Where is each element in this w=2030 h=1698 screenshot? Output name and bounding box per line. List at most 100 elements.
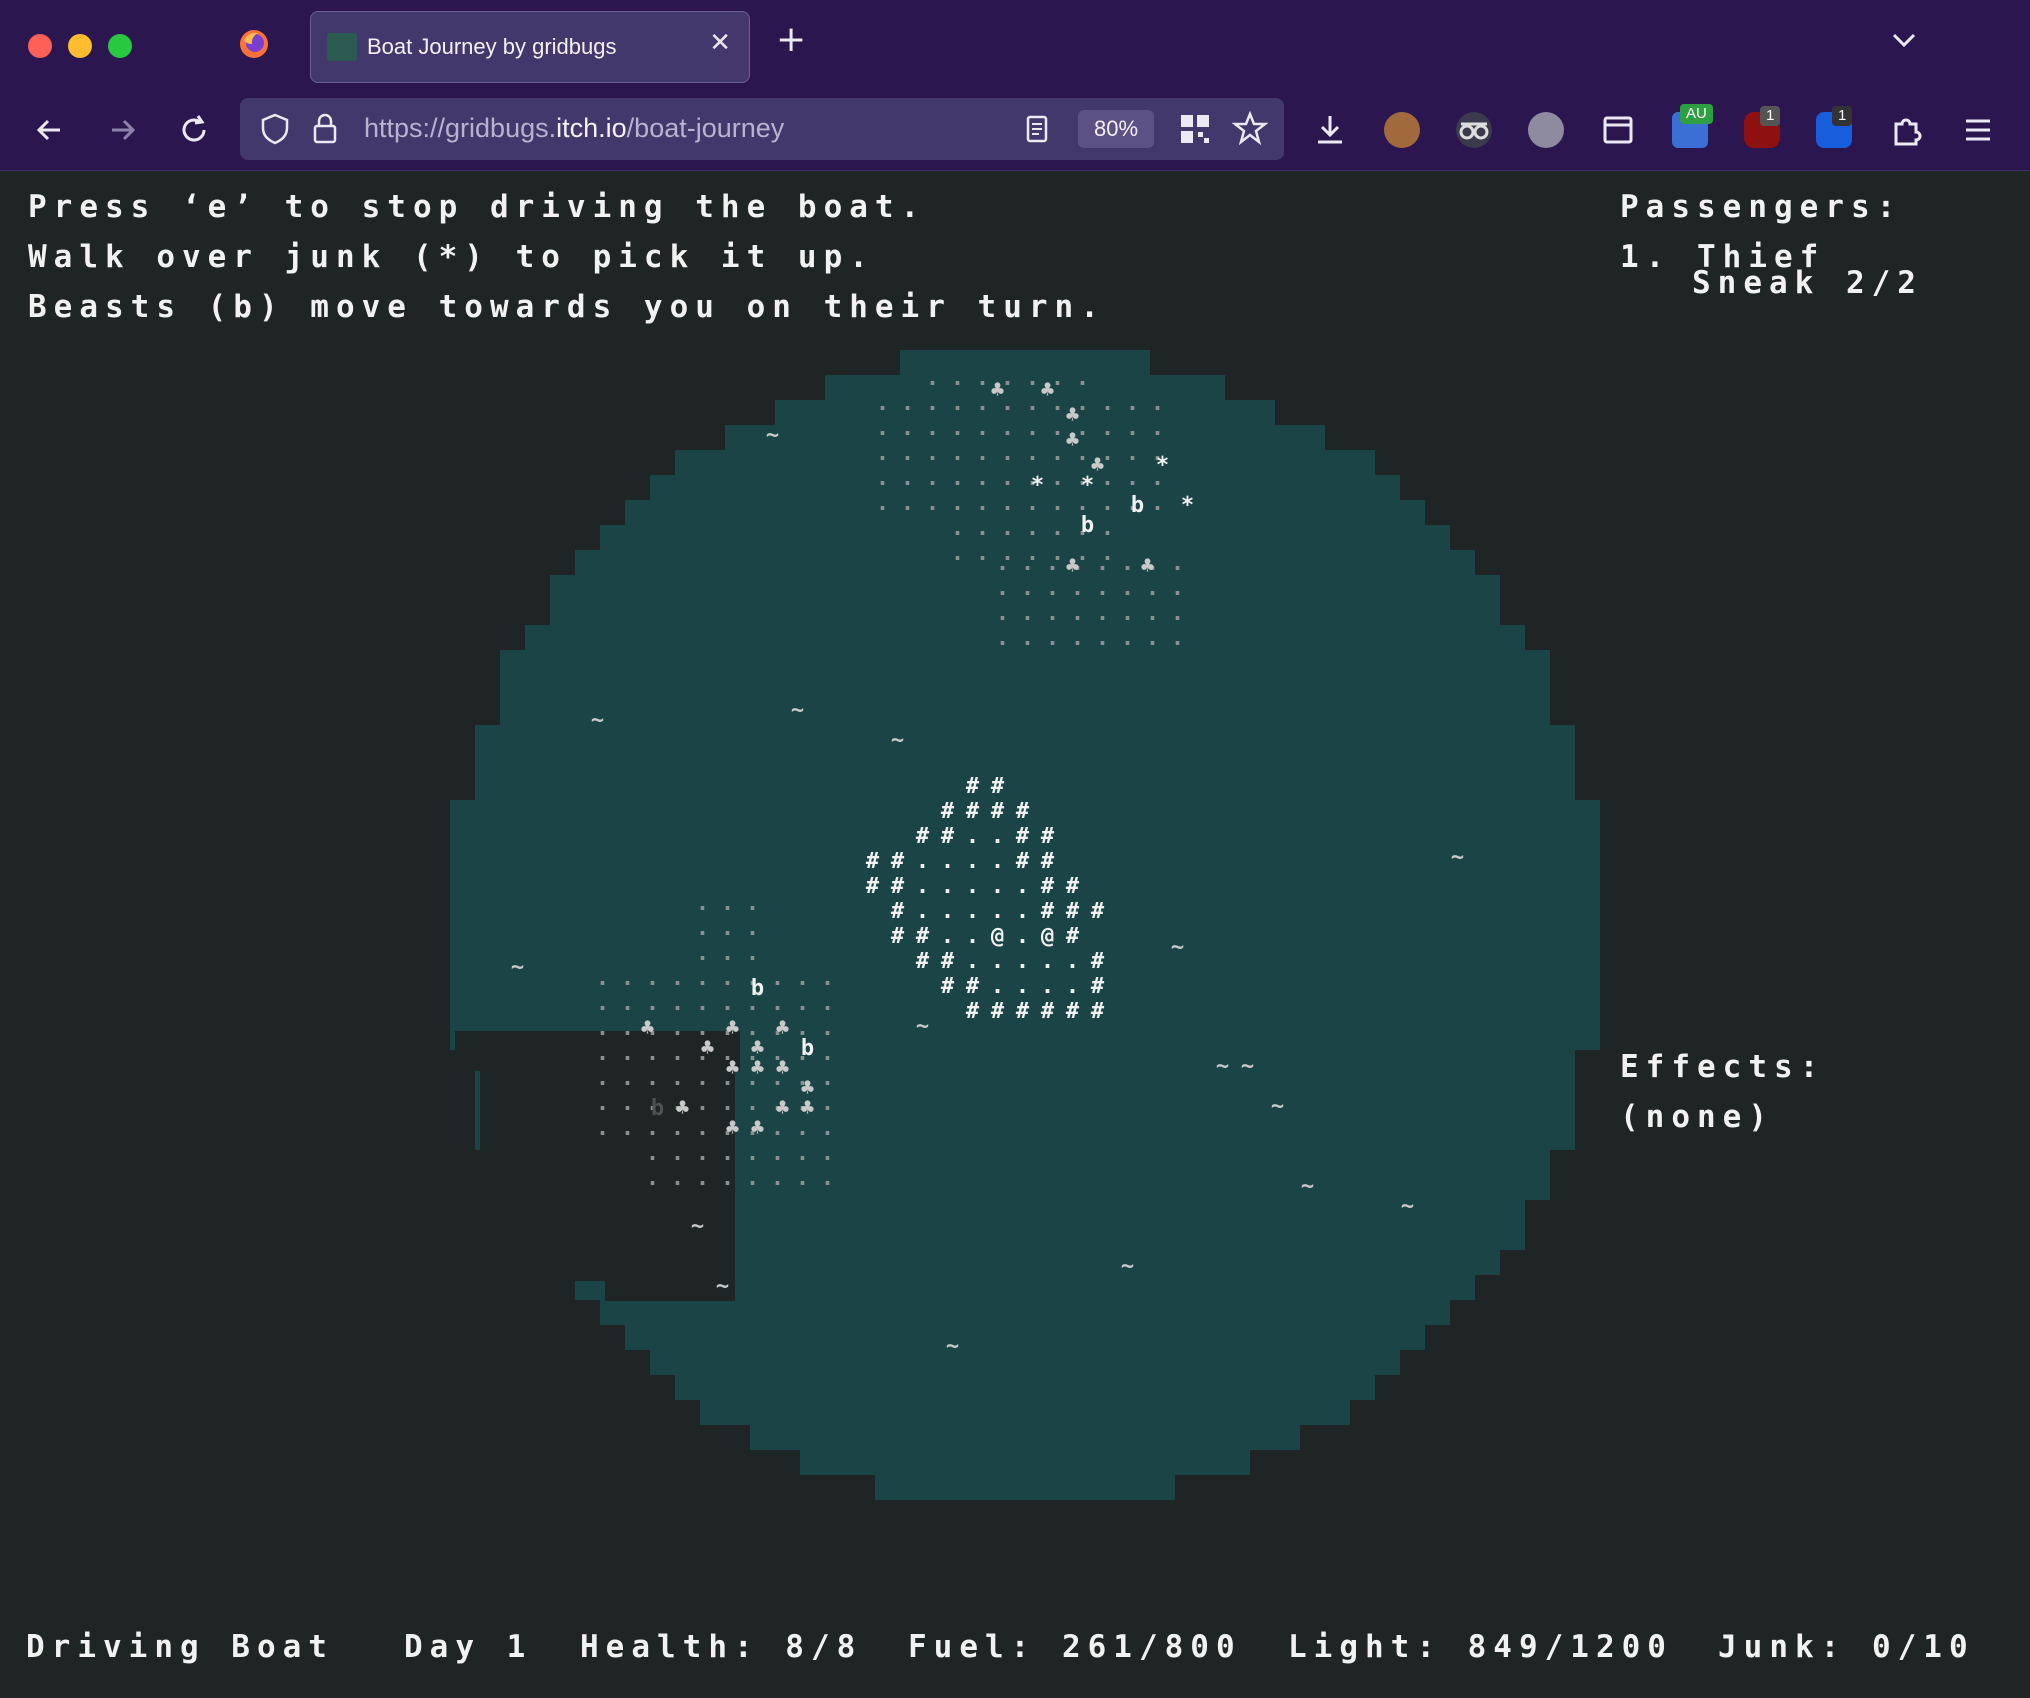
ground-dot: . [720,891,735,916]
boat-floor: . [940,874,955,899]
boat-wall: # [1015,849,1030,874]
minimize-window-button[interactable] [68,34,92,58]
hamburger-menu-icon[interactable] [1958,110,1998,150]
tab-close-icon[interactable]: ✕ [709,28,731,58]
ublock-badge: 1 [1760,106,1781,126]
reload-icon[interactable] [174,110,214,150]
boat-wall: # [940,949,955,974]
ground-dot: . [695,1141,710,1166]
wave-tile: ~ [1400,1194,1415,1219]
boat-wall: # [1040,824,1055,849]
profile-avatar-icon[interactable] [1384,112,1420,148]
ground-dot: . [1170,551,1185,576]
tab-bar: Boat Journey by gridbugs ✕ + [0,0,2030,92]
back-icon[interactable] [30,110,70,150]
reader-view-icon[interactable] [1022,114,1052,144]
maximize-window-button[interactable] [108,34,132,58]
water-row [475,775,1575,800]
boat-floor: . [1015,974,1030,999]
ground-dot: . [925,366,940,391]
status-junk: Junk: 0/10 [1718,1629,1975,1665]
forward-icon[interactable] [102,110,142,150]
ground-dot: . [875,391,890,416]
ground-dot: . [695,1166,710,1191]
boat-floor: . [990,899,1005,924]
tree-tile: ♣ [725,1016,740,1041]
ground-dot: . [745,941,760,966]
ground-dot: . [645,991,660,1016]
ground-dot: . [770,1166,785,1191]
ground-dot: . [875,416,890,441]
boat-floor: . [965,924,980,949]
shield-icon[interactable] [258,112,292,146]
url-bar[interactable]: https://gridbugs.itch.io/boat-journey 80… [240,98,1284,160]
v-extension-icon[interactable] [1528,112,1564,148]
ground-dot: . [745,916,760,941]
boat-floor: . [1015,949,1030,974]
beast-tile: b [800,1036,815,1061]
boat-floor: . [915,849,930,874]
qr-code-icon[interactable] [1178,112,1212,146]
boat-floor: . [915,874,930,899]
chevron-down-icon[interactable] [1890,26,1918,54]
boat-floor: . [990,874,1005,899]
ground-dot: . [720,966,735,991]
tree-tile: ♣ [750,1116,765,1141]
boat-floor: . [1015,874,1030,899]
ground-dot: . [995,551,1010,576]
downloads-icon[interactable] [1310,110,1350,150]
boat-floor: . [965,899,980,924]
status-light: Light: 849/1200 [1288,1629,1673,1665]
game-canvas[interactable]: ........................................… [0,171,2030,1698]
boat-wall: # [940,824,955,849]
instruction-line-1: Press ‘e’ to stop driving the boat. [28,189,927,225]
extensions-puzzle-icon[interactable] [1886,110,1926,150]
tree-tile: ♣ [725,1056,740,1081]
ground-dot: . [950,541,965,566]
ground-dot: . [1000,416,1015,441]
boat-floor: . [915,899,930,924]
water-row [875,1475,1175,1500]
ground-dot: . [1120,601,1135,626]
ground-dot: . [1095,576,1110,601]
ground-dot: . [950,441,965,466]
url-text[interactable]: https://gridbugs.itch.io/boat-journey [364,113,784,144]
boat-wall: # [1040,999,1055,1024]
wave-tile: ~ [715,1274,730,1299]
lock-icon[interactable] [310,112,340,146]
bookmark-star-icon[interactable] [1232,110,1268,146]
tree-tile: ♣ [775,1096,790,1121]
wave-tile: ~ [1215,1054,1230,1079]
ground-dot: . [1125,416,1140,441]
boat-floor: . [990,949,1005,974]
boat-floor: . [990,974,1005,999]
ground-dot: . [1125,466,1140,491]
ground-dot: . [620,966,635,991]
ground-dot: . [695,991,710,1016]
ground-dot: . [975,516,990,541]
zoom-level[interactable]: 80% [1078,110,1154,148]
ground-dot: . [995,601,1010,626]
new-tab-button[interactable]: + [776,22,806,58]
ground-dot: . [645,1041,660,1066]
window-extension-icon[interactable] [1598,110,1638,150]
tree-tile: ♣ [750,1056,765,1081]
ground-dot: . [1070,576,1085,601]
ground-dot: . [820,991,835,1016]
firefox-icon[interactable] [238,28,270,60]
water-row [700,1400,1350,1425]
ground-dot: . [1100,416,1115,441]
boat-wall: # [1040,874,1055,899]
close-window-button[interactable] [28,34,52,58]
ground-dot: . [670,966,685,991]
boat-wall: # [1090,949,1105,974]
active-tab[interactable]: Boat Journey by gridbugs ✕ [310,11,750,83]
ground-dot: . [820,1166,835,1191]
ground-dot: . [900,416,915,441]
ground-dot: . [720,1091,735,1116]
ground-dot: . [975,416,990,441]
passenger-1-stat: Sneak 2/2 [1692,265,1923,301]
boat-floor: . [1065,974,1080,999]
spy-extension-icon[interactable] [1456,112,1492,148]
boat-floor: . [965,849,980,874]
